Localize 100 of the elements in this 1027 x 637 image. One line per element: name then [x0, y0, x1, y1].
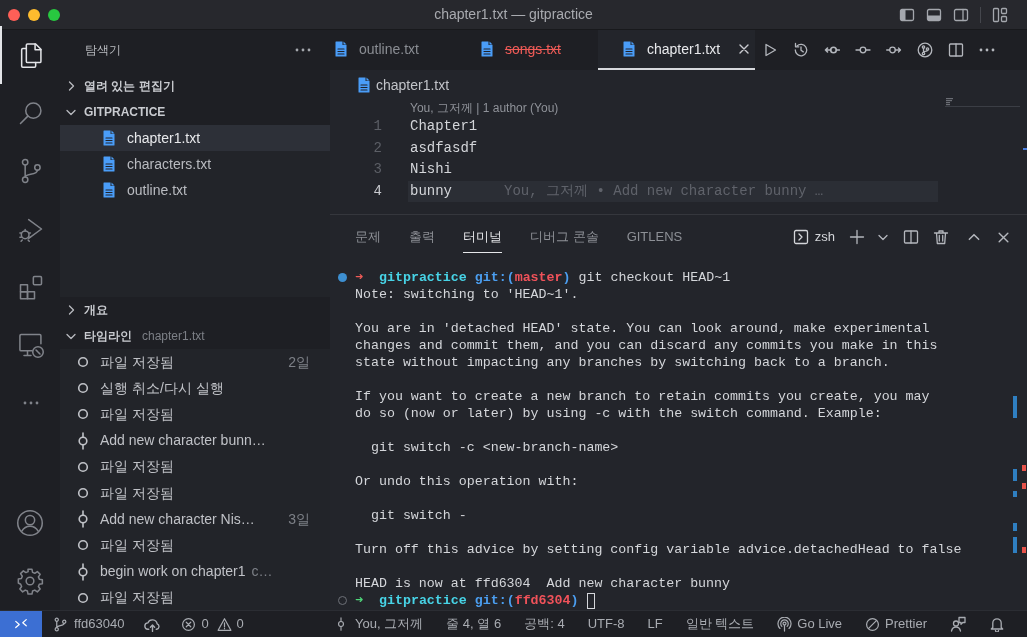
ruler-mark [1013, 523, 1017, 531]
terminal-line: Turn off this advice by setting config variable advice.detachedHead to false [355, 541, 962, 558]
panel-tab[interactable]: GITLENS [626, 221, 683, 253]
editor-tab[interactable]: outline.txt [330, 30, 456, 70]
section-description: chapter1.txt [142, 328, 205, 345]
person-chat-icon[interactable] [950, 616, 966, 632]
blocks-icon [17, 273, 45, 301]
remote-button[interactable] [0, 611, 42, 637]
clock-arrow-icon[interactable] [793, 42, 810, 58]
maximize-window-button[interactable] [48, 8, 60, 21]
close-window-button[interactable] [8, 8, 20, 21]
circle-icon [77, 382, 89, 395]
terminal-line: git switch - [369, 507, 467, 524]
timeline-item[interactable]: 파일 저장됨 [60, 479, 330, 507]
file-item[interactable]: chapter1.txt [60, 125, 330, 151]
terminal-line: do so (now or later) by using -c with the switch command. Example: [355, 405, 882, 422]
breadcrumb[interactable]: chapter1.txt [376, 74, 450, 96]
codelens[interactable]: You, 그저께 | 1 author (You) [410, 99, 559, 117]
terminal-line: changes and commit them, and you can discard any commits you make in this [355, 337, 938, 354]
split-square-icon[interactable] [903, 229, 919, 245]
file-item[interactable]: outline.txt [60, 177, 330, 203]
branch-circle-icon[interactable] [917, 42, 934, 58]
branch-icon [53, 616, 68, 632]
terminal-line: You are in 'detached HEAD' state. You can look around, make experimental [355, 320, 930, 337]
panel-tab[interactable]: 터미널 [463, 221, 502, 253]
circle-icon [77, 487, 89, 500]
angle-brackets-icon [14, 617, 28, 631]
trash-icon[interactable] [933, 229, 949, 245]
plus-icon[interactable] [849, 229, 865, 245]
file-icon [480, 41, 493, 57]
window-title: chapter1.txt — gitpractice [434, 5, 593, 24]
problems-button[interactable]: 0 0 [181, 614, 244, 634]
prettier-button[interactable]: Prettier [865, 614, 927, 634]
status-item[interactable]: 줄 4, 열 6 [446, 614, 502, 634]
circle-icon [77, 356, 89, 369]
settings-icon[interactable] [16, 567, 44, 595]
blame-button[interactable]: You, 그저께 [334, 614, 424, 634]
broadcast-icon [777, 616, 793, 632]
timeline-item[interactable]: 파일 저장됨 [60, 401, 330, 428]
section-header[interactable]: 타임라인 [65, 327, 132, 345]
file-icon [103, 130, 115, 146]
file-icon [103, 156, 115, 172]
play-icon[interactable] [762, 42, 779, 58]
terminal-line: If you want to create a new branch to retain commits you create, you may [355, 388, 930, 405]
timeline-item[interactable]: 파일 저장됨 [60, 532, 330, 559]
sidebar-title: 탐색기 [85, 42, 121, 59]
timeline-item[interactable]: 파일 저장됨 2일 [60, 349, 330, 376]
timeline-item[interactable]: 파일 저장됨 [60, 584, 330, 610]
layout-right-icon[interactable] [953, 6, 969, 23]
prohibited-icon [865, 616, 881, 632]
ruler-mark [1013, 537, 1017, 553]
monitor-icon [17, 331, 45, 359]
code-line: bunny [410, 182, 452, 202]
terminal-line: Or undo this operation with: [355, 473, 579, 490]
status-item[interactable]: LF [647, 614, 663, 634]
timeline-item[interactable]: 실행 취소/다시 실행 [60, 375, 330, 402]
layout-grid-icon[interactable] [992, 6, 1008, 23]
panel-tab[interactable]: 디버그 콘솔 [530, 221, 599, 253]
account-icon[interactable] [16, 509, 44, 537]
minimize-window-button[interactable] [28, 8, 40, 21]
timeline-item[interactable]: begin work on chapter1 c… [60, 558, 330, 585]
status-item[interactable]: 일반 텍스트 [685, 614, 755, 634]
split-square-icon[interactable] [948, 42, 965, 58]
code-line: Chapter1 [410, 117, 478, 137]
editor-tab[interactable]: chapter1.txt [597, 30, 756, 70]
more-icon[interactable] [295, 48, 311, 52]
terminal-line: Note: switching to 'HEAD~1'. [355, 286, 579, 303]
terminal-line: state without impacting any branches by switching back to a branch. [355, 354, 890, 371]
commit-icon [77, 562, 89, 581]
close-icon[interactable] [738, 43, 751, 55]
section-header[interactable]: 개요 [65, 301, 108, 319]
ruler-mark [1022, 547, 1026, 553]
circle-icon [77, 539, 89, 552]
more-icon[interactable] [979, 48, 996, 52]
panel-tab[interactable]: 문제 [355, 221, 381, 253]
layout-bottom-icon[interactable] [926, 6, 942, 23]
close-icon[interactable] [997, 230, 1010, 244]
terminal-icon [792, 229, 809, 245]
terminal-line: ➜ gitpractice git:(master) git checkout HEAD~1 [355, 269, 731, 286]
timeline-item[interactable]: Add new character Nis… 3일 [60, 506, 330, 533]
ruler-mark [1013, 396, 1017, 418]
timeline-item[interactable]: Add new character bunn… [60, 427, 330, 454]
panel-tab[interactable]: 출력 [409, 221, 435, 253]
bell-icon[interactable] [989, 616, 1005, 632]
terminal-line: git switch -c <new-branch-name> [369, 439, 619, 456]
layout-left-icon[interactable] [899, 6, 915, 23]
ruler-mark [1013, 469, 1017, 481]
search-icon [17, 99, 45, 127]
status-item[interactable]: UTF-8 [587, 614, 625, 634]
circle-icon [77, 591, 89, 604]
terminal-button[interactable]: zsh [792, 227, 835, 247]
warning-icon [216, 616, 232, 632]
timeline-item[interactable]: 파일 저장됨 [60, 453, 330, 480]
go-live-button[interactable]: Go Live [777, 614, 843, 634]
status-item[interactable]: 공백: 4 [524, 614, 565, 634]
file-item[interactable]: characters.txt [60, 151, 330, 177]
section-header[interactable]: 열려 있는 편집기 [65, 77, 175, 95]
branch-button[interactable]: ffd63040 [53, 614, 125, 634]
editor-tab[interactable]: songs.txt [455, 30, 598, 70]
section-header[interactable]: GITPRACTICE [65, 103, 166, 121]
